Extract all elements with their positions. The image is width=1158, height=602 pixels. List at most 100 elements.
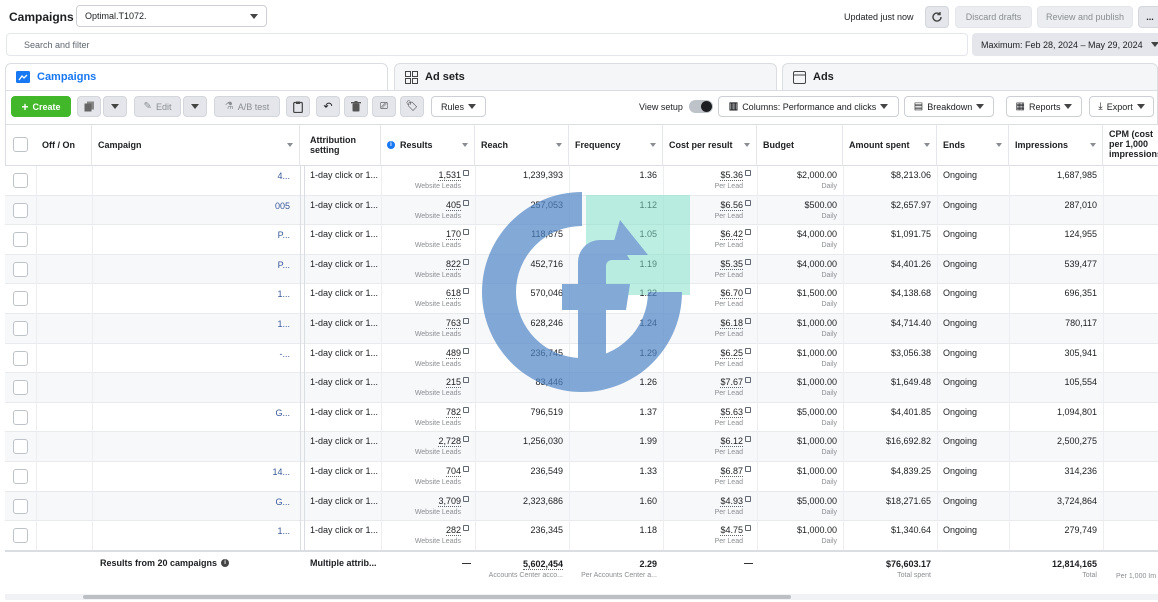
campaign-name-link[interactable] — [150, 378, 290, 392]
tab-campaigns[interactable]: Campaigns — [5, 63, 388, 90]
cell-cpr[interactable]: $6.87 Per Lead — [663, 462, 757, 492]
tab-ad-sets[interactable]: Ad sets — [394, 63, 777, 90]
campaign-name-link[interactable]: 14... — [150, 467, 290, 481]
col-reach[interactable]: Reach — [475, 124, 569, 166]
edit-button[interactable]: ✎ Edit — [134, 96, 181, 117]
row-checkbox[interactable] — [13, 528, 28, 544]
row-checkbox[interactable] — [13, 202, 28, 218]
column-divider — [937, 166, 938, 550]
preview-button[interactable]: ⎚ — [372, 96, 396, 117]
duplicate-button[interactable] — [77, 96, 101, 117]
cell-cpr[interactable]: $5.63 Per Lead — [663, 403, 757, 433]
cell-results[interactable]: 3,709 Website Leads — [381, 492, 475, 522]
columns-button[interactable]: ▥ Columns: Performance and clicks — [718, 96, 899, 117]
cell-results[interactable]: 1,531 Website Leads — [381, 166, 475, 196]
row-checkbox[interactable] — [13, 439, 28, 455]
columns-icon: ▥ — [728, 101, 739, 112]
campaign-name-link[interactable]: 4... — [150, 171, 290, 185]
duplicate-dropdown[interactable] — [103, 96, 127, 117]
review-publish-button[interactable]: Review and publish — [1037, 6, 1133, 28]
cell-results[interactable]: 405 Website Leads — [381, 196, 475, 226]
cell-attribution: 1-day click or 1... — [304, 344, 381, 374]
col-attribution[interactable]: Attribution setting — [304, 124, 381, 166]
select-all-checkbox[interactable] — [13, 137, 28, 152]
col-ends[interactable]: Ends — [937, 124, 1009, 166]
row-checkbox[interactable] — [13, 409, 28, 425]
cell-results[interactable]: 763 Website Leads — [381, 314, 475, 344]
watermark-logo — [482, 192, 690, 392]
col-campaign[interactable]: Campaign — [92, 124, 300, 166]
more-options-button[interactable]: ... — [1138, 6, 1158, 28]
delete-button[interactable] — [344, 96, 368, 117]
col-cost-per-result[interactable]: Cost per result — [663, 124, 757, 166]
export-button[interactable]: ⤓ Export — [1089, 96, 1154, 117]
toggle-switch[interactable] — [688, 100, 713, 113]
view-setup-toggle[interactable]: View setup — [639, 100, 713, 113]
edit-dropdown[interactable] — [183, 96, 207, 117]
row-checkbox[interactable] — [13, 380, 28, 396]
tag-button[interactable]: 🏷 — [400, 96, 424, 117]
col-budget[interactable]: Budget — [757, 124, 843, 166]
cell-cpr[interactable]: $6.12 Per Lead — [663, 432, 757, 462]
col-cpm[interactable]: CPM (cost per 1,000 impressions) — [1103, 124, 1158, 166]
campaign-name-link[interactable]: 005 — [150, 201, 290, 215]
discard-drafts-button[interactable]: Discard drafts — [955, 6, 1032, 28]
campaign-name-link[interactable] — [150, 437, 290, 451]
cell-results[interactable]: 704 Website Leads — [381, 462, 475, 492]
row-checkbox[interactable] — [13, 498, 28, 514]
tab-ads[interactable]: Ads — [782, 63, 1158, 90]
row-checkbox[interactable] — [13, 173, 28, 188]
scrollbar-thumb[interactable] — [83, 595, 791, 599]
search-input[interactable]: Search and filter — [6, 33, 968, 56]
totals-frequency: 2.29 Per Accounts Center a... — [569, 555, 663, 585]
cell-value: 282 — [445, 525, 461, 537]
undo-button[interactable]: ↶ — [316, 96, 340, 117]
cell-cpr[interactable]: $4.75 Per Lead — [663, 521, 757, 551]
row-checkbox[interactable] — [13, 291, 28, 307]
horizontal-scrollbar[interactable] — [5, 594, 1158, 600]
create-button[interactable]: + Create — [11, 96, 71, 117]
cell-subtext: Website Leads — [414, 508, 461, 516]
campaign-name-link[interactable]: G... — [150, 497, 290, 511]
campaign-name-link[interactable]: 1... — [150, 289, 290, 303]
cell-spent: $4,401.85 — [843, 403, 937, 433]
campaign-name-link[interactable]: -... — [150, 349, 291, 363]
cell-attribution: 1-day click or 1... — [304, 314, 381, 344]
cell-results[interactable]: 170 Website Leads — [381, 225, 475, 255]
ab-test-button[interactable]: ⚗ A/B test — [214, 96, 280, 117]
reports-button[interactable]: ▦ Reports — [1006, 96, 1082, 117]
row-checkbox[interactable] — [13, 350, 28, 366]
col-amount-spent[interactable]: Amount spent — [843, 124, 937, 166]
cell-value: $4,839.25 — [890, 466, 931, 476]
cell-results[interactable]: 2,728 Website Leads — [381, 432, 475, 462]
cell-results[interactable]: 215 Website Leads — [381, 373, 475, 403]
cell-results[interactable]: 782 Website Leads — [381, 403, 475, 433]
row-checkbox[interactable] — [13, 321, 28, 336]
campaign-name-link[interactable]: 1... — [150, 526, 290, 540]
campaign-name-link[interactable]: G... — [150, 408, 290, 422]
col-results[interactable]: i Results — [381, 124, 475, 166]
campaign-name-link[interactable]: 1... — [150, 319, 290, 333]
date-range-picker[interactable]: Maximum: Feb 28, 2024 – May 29, 2024 — [972, 33, 1158, 56]
row-checkbox[interactable] — [13, 261, 28, 277]
cell-value: Ongoing — [943, 377, 978, 388]
cell-results[interactable]: 618 Website Leads — [381, 284, 475, 314]
account-selector[interactable]: Optimal.T1072. — [76, 5, 267, 27]
cell-results[interactable]: 822 Website Leads — [381, 255, 475, 285]
cell-results[interactable]: 489 Website Leads — [381, 344, 475, 374]
cell-value: $4,401.85 — [890, 406, 931, 417]
rules-button[interactable]: Rules — [431, 96, 486, 117]
cell-value: 618 — [445, 288, 461, 300]
campaign-name-link[interactable]: P... — [150, 230, 290, 244]
breakdown-button[interactable]: ▤ Breakdown — [904, 96, 994, 117]
cell-results[interactable]: 282 Website Leads — [381, 521, 475, 551]
cell-cpr[interactable]: $4.93 Per Lead — [663, 492, 757, 522]
col-impressions[interactable]: Impressions — [1009, 124, 1103, 166]
col-frequency[interactable]: Frequency — [569, 124, 663, 166]
row-checkbox[interactable] — [13, 232, 28, 248]
col-off-on[interactable]: Off / On — [36, 124, 92, 166]
refresh-button[interactable] — [925, 6, 949, 28]
row-checkbox[interactable] — [13, 469, 28, 484]
clipboard-button[interactable] — [286, 96, 310, 117]
campaign-name-link[interactable]: P... — [150, 260, 290, 274]
